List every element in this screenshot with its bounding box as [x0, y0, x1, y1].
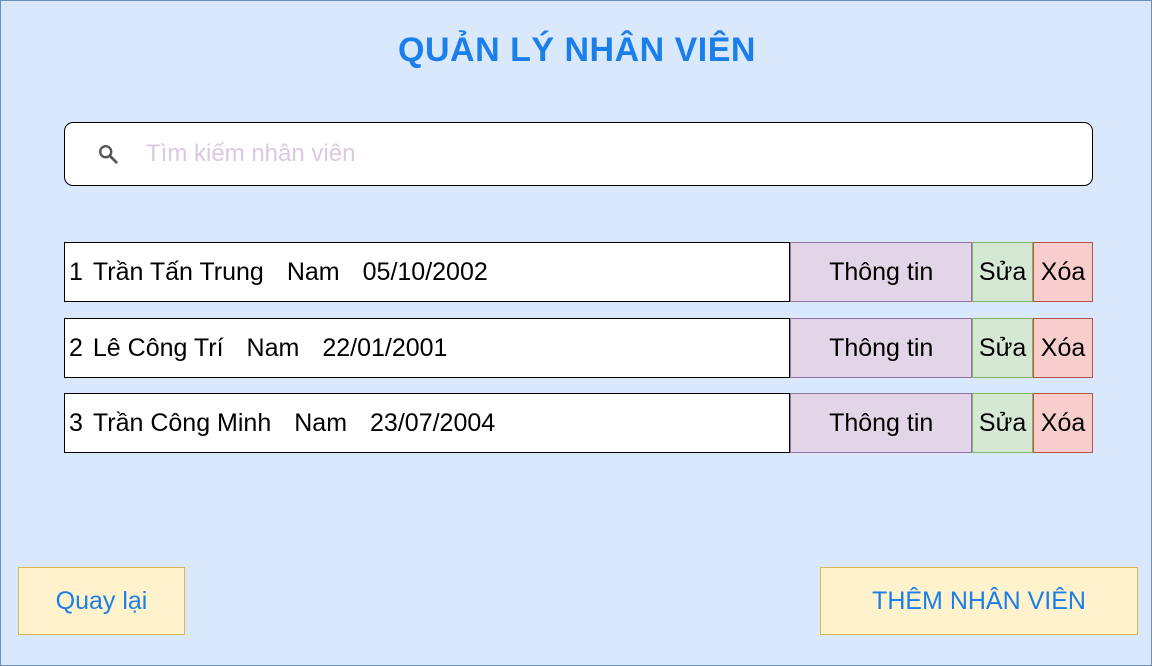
search-input[interactable] [146, 140, 1046, 168]
employee-row-info: 1 Trần Tấn Trung Nam 05/10/2002 [64, 242, 791, 302]
employee-name: Lê Công Trí [92, 333, 224, 362]
employee-name: Trần Công Minh [92, 408, 272, 437]
search-icon [99, 145, 118, 164]
add-employee-button[interactable]: THÊM NHÂN VIÊN [820, 567, 1138, 635]
employee-index: 1 [69, 257, 83, 286]
employee-row-info: 3 Trần Công Minh Nam 23/07/2004 [64, 393, 791, 453]
page-title: QUẢN LÝ NHÂN VIÊN [398, 31, 756, 69]
employee-birthdate: 05/10/2002 [362, 257, 488, 286]
delete-button[interactable]: Xóa [1033, 318, 1093, 378]
employee-gender: Nam [246, 333, 300, 362]
employee-row: 3 Trần Công Minh Nam 23/07/2004 Thông ti… [64, 393, 1093, 453]
employee-name: Trần Tấn Trung [92, 257, 264, 286]
info-button[interactable]: Thông tin [790, 242, 973, 302]
employee-row: 2 Lê Công Trí Nam 22/01/2001 Thông tin S… [64, 318, 1093, 378]
delete-button[interactable]: Xóa [1033, 242, 1093, 302]
employee-birthdate: 22/01/2001 [322, 333, 448, 362]
employee-index: 3 [69, 408, 83, 437]
employee-birthdate: 23/07/2004 [370, 408, 496, 437]
delete-button[interactable]: Xóa [1033, 393, 1093, 453]
employee-row: 1 Trần Tấn Trung Nam 05/10/2002 Thông ti… [64, 242, 1093, 302]
employee-index: 2 [69, 333, 83, 362]
employee-gender: Nam [286, 257, 340, 286]
app-frame: QUẢN LÝ NHÂN VIÊN 1 Trần Tấn Trung Nam 0… [0, 0, 1152, 666]
employee-row-info: 2 Lê Công Trí Nam 22/01/2001 [64, 318, 791, 378]
info-button[interactable]: Thông tin [790, 318, 973, 378]
edit-button[interactable]: Sửa [972, 242, 1034, 302]
edit-button[interactable]: Sửa [972, 393, 1034, 453]
edit-button[interactable]: Sửa [972, 318, 1034, 378]
employee-gender: Nam [294, 408, 348, 437]
search-box[interactable] [64, 122, 1093, 186]
back-button[interactable]: Quay lại [18, 567, 185, 635]
info-button[interactable]: Thông tin [790, 393, 973, 453]
